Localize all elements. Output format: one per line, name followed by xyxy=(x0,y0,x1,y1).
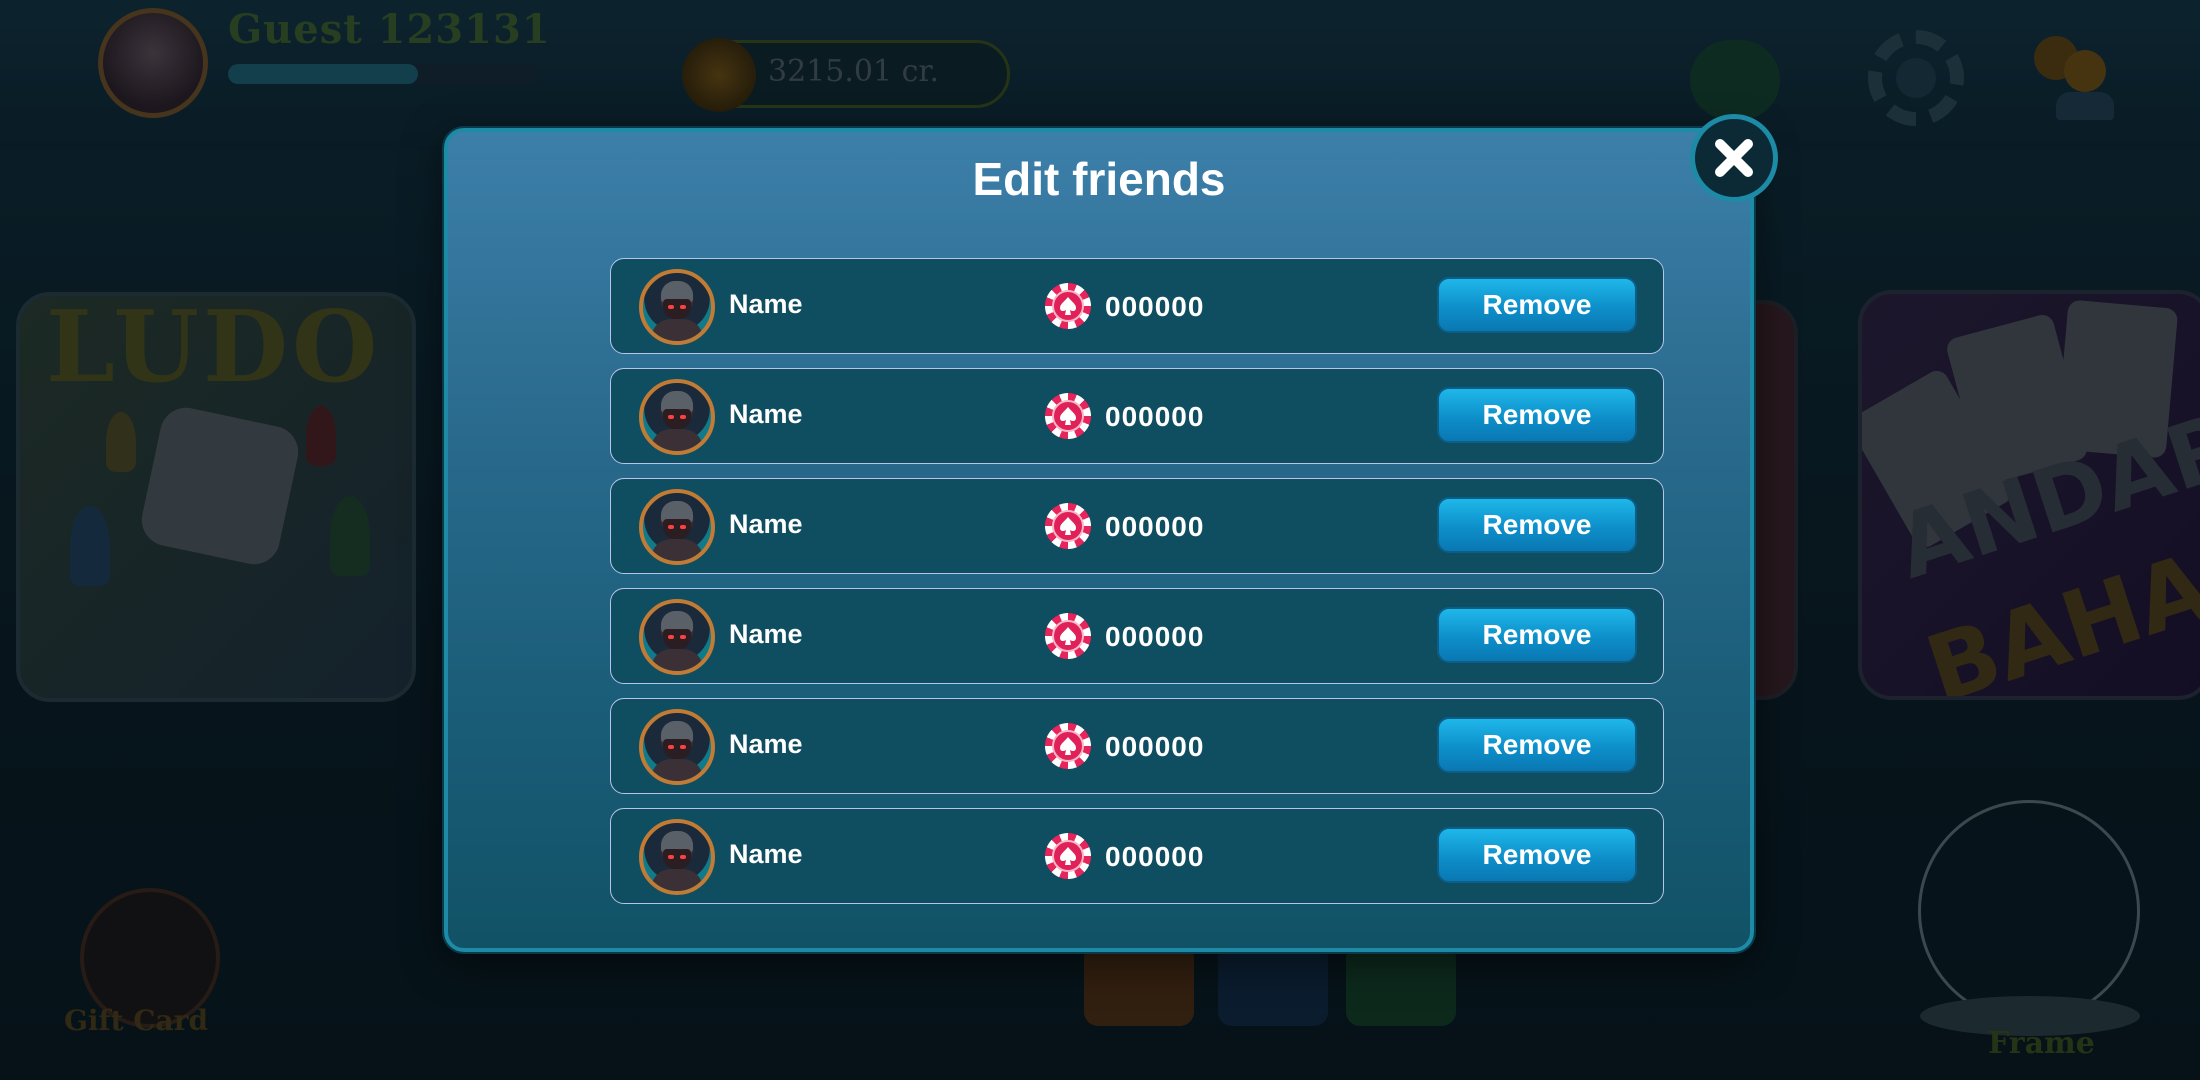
friend-row: Name 000000 Remove xyxy=(610,698,1664,794)
friend-score: 000000 xyxy=(1105,401,1205,432)
friend-avatar xyxy=(639,379,715,455)
poker-chip-icon xyxy=(1045,723,1091,769)
poker-chip-icon xyxy=(1045,393,1091,439)
close-icon xyxy=(1715,139,1753,177)
remove-friend-button[interactable]: Remove xyxy=(1437,607,1637,663)
friend-name: Name xyxy=(729,399,803,429)
friend-name: Name xyxy=(729,619,803,649)
remove-friend-button[interactable]: Remove xyxy=(1437,277,1637,333)
friend-avatar xyxy=(639,269,715,345)
friend-avatar xyxy=(639,819,715,895)
friend-row: Name 000000 Remove xyxy=(610,368,1664,464)
friend-score: 000000 xyxy=(1105,511,1205,542)
friend-score: 000000 xyxy=(1105,621,1205,652)
close-dialog-button[interactable] xyxy=(1690,114,1778,202)
friends-list: Name 000000 Remove Name 000000 Remove Na… xyxy=(610,258,1664,918)
dialog-title: Edit friends xyxy=(972,153,1226,205)
poker-chip-icon xyxy=(1045,613,1091,659)
friend-name: Name xyxy=(729,729,803,759)
friend-name: Name xyxy=(729,839,803,869)
friend-row: Name 000000 Remove xyxy=(610,808,1664,904)
friend-avatar xyxy=(639,709,715,785)
poker-chip-icon xyxy=(1045,503,1091,549)
remove-friend-button[interactable]: Remove xyxy=(1437,827,1637,883)
edit-friends-dialog: Edit friends Name 000000 Remove Name 000… xyxy=(444,128,1754,952)
friend-name: Name xyxy=(729,289,803,319)
friend-score: 000000 xyxy=(1105,291,1205,322)
poker-chip-icon xyxy=(1045,283,1091,329)
friend-score: 000000 xyxy=(1105,731,1205,762)
poker-chip-icon xyxy=(1045,833,1091,879)
friend-row: Name 000000 Remove xyxy=(610,478,1664,574)
remove-friend-button[interactable]: Remove xyxy=(1437,717,1637,773)
friend-avatar xyxy=(639,599,715,675)
friend-row: Name 000000 Remove xyxy=(610,258,1664,354)
friend-score: 000000 xyxy=(1105,841,1205,872)
remove-friend-button[interactable]: Remove xyxy=(1437,387,1637,443)
remove-friend-button[interactable]: Remove xyxy=(1437,497,1637,553)
friend-name: Name xyxy=(729,509,803,539)
friend-avatar xyxy=(639,489,715,565)
friend-row: Name 000000 Remove xyxy=(610,588,1664,684)
